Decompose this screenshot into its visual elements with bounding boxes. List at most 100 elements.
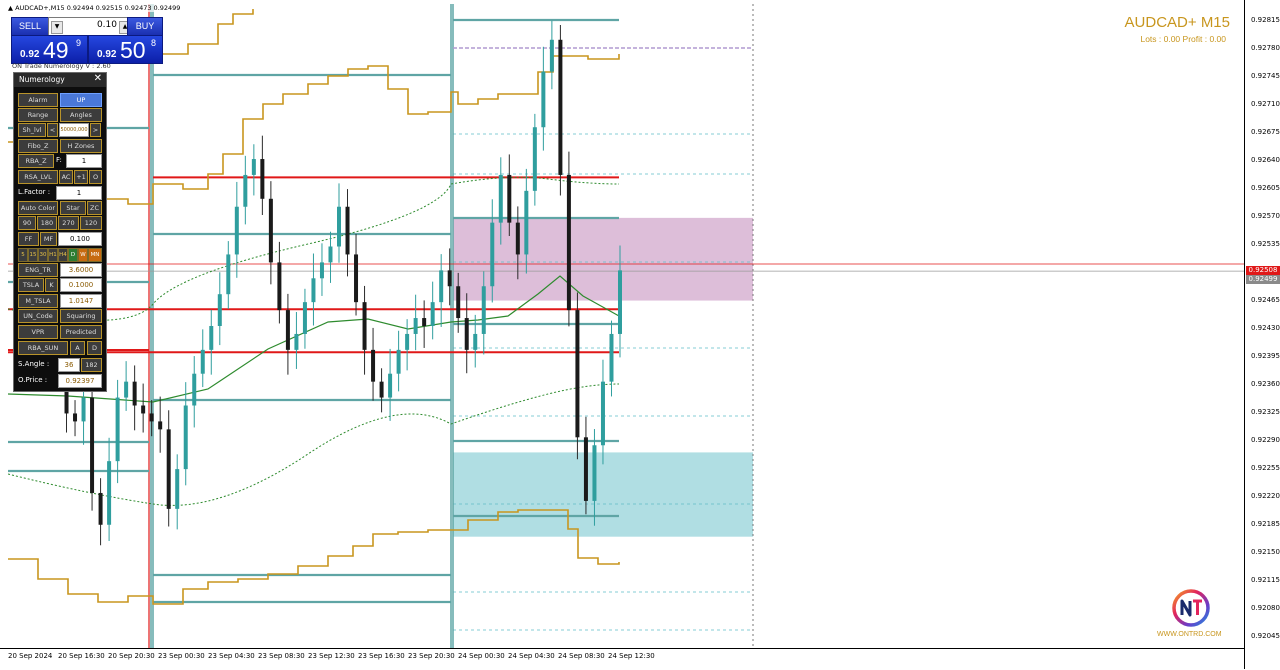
numerology-panel[interactable]: Numerology ✕ Alarm UP Range Angles Sh_lv… <box>13 72 107 392</box>
candle-body <box>81 397 86 422</box>
angle-180-button[interactable]: 180 <box>37 216 57 230</box>
rsa-lvl-button[interactable]: RSA_LVL <box>18 170 58 184</box>
candle-body <box>337 206 341 247</box>
candle-body <box>422 318 427 326</box>
tf-mn-button[interactable]: MN <box>88 248 102 262</box>
lot-decrease-icon[interactable]: ▼ <box>51 21 63 34</box>
tsla-button[interactable]: TSLA <box>18 278 44 292</box>
tsla-field[interactable]: 0.1000 <box>60 278 102 292</box>
a-button[interactable]: A <box>70 341 85 355</box>
mf-button[interactable]: MF <box>40 232 57 246</box>
tf-d1-button[interactable]: D <box>68 248 78 262</box>
price-tick-label: 0.92605 <box>1251 184 1280 192</box>
fibo-z-button[interactable]: Fibo_Z <box>18 139 58 153</box>
candle-body <box>600 381 605 446</box>
buy-price-main: 50 <box>120 37 146 63</box>
price-tick-label: 0.92150 <box>1251 548 1280 556</box>
m-tsla-field[interactable]: 1.0147 <box>60 294 102 308</box>
tf-m15-button[interactable]: 15 <box>28 248 38 262</box>
price-tick-label: 0.92325 <box>1251 408 1280 416</box>
candle-body <box>311 278 316 303</box>
price-axis[interactable]: 0.92815 0.92780 0.92745 0.92710 0.92675 0.926… <box>1244 0 1280 669</box>
price-tick-label: 0.92780 <box>1251 44 1280 52</box>
predicted-button[interactable]: Predicted <box>60 325 102 339</box>
un-code-button[interactable]: UN_Code <box>18 309 58 323</box>
rba-z-button[interactable]: RBA_Z <box>18 154 54 168</box>
candle-body <box>439 270 444 303</box>
cyan-zone <box>453 452 753 537</box>
numerology-panel-header[interactable]: Numerology ✕ <box>14 73 106 87</box>
auto-color-button[interactable]: Auto Color <box>18 201 58 215</box>
sell-price-main: 49 <box>43 37 69 63</box>
angle-120-button[interactable]: 120 <box>80 216 102 230</box>
d-button[interactable]: D <box>87 341 102 355</box>
buy-price-pipette: 8 <box>150 38 156 48</box>
sh-lvl-decrease-button[interactable]: < <box>47 123 58 137</box>
buy-price-box[interactable]: 0.92 50 8 <box>88 35 163 64</box>
lot-size-input[interactable]: ▼ 0.10 ▲ <box>48 17 134 36</box>
s-angle-alt-button[interactable]: 182 <box>81 358 102 372</box>
m-tsla-button[interactable]: M_TSLA <box>18 294 58 308</box>
tf-m30-button[interactable]: 30 <box>38 248 48 262</box>
candle-body <box>524 190 529 255</box>
candle-body <box>217 294 222 326</box>
tf-h1-button[interactable]: H1 <box>48 248 58 262</box>
squaring-button[interactable]: Squaring <box>60 309 102 323</box>
rba-sun-button[interactable]: RBA_SUN <box>18 341 68 355</box>
ff-button[interactable]: FF <box>18 232 39 246</box>
alarm-button[interactable]: Alarm <box>18 93 58 107</box>
close-icon[interactable]: ✕ <box>94 73 102 84</box>
price-tick-label: 0.92745 <box>1251 72 1280 80</box>
upper-band-line <box>153 9 254 55</box>
sh-lvl-increase-button[interactable]: > <box>90 123 101 137</box>
time-tick-label: 23 Sep 12:30 <box>308 652 355 660</box>
candle-body <box>158 421 163 430</box>
range-button[interactable]: Range <box>18 108 58 122</box>
vpr-button[interactable]: VPR <box>18 325 58 339</box>
candle-body <box>609 333 614 382</box>
sell-button[interactable]: SELL <box>11 17 49 36</box>
time-axis[interactable]: 20 Sep 2024 20 Sep 16:30 20 Sep 20:30 23 Se… <box>0 648 1244 670</box>
eng-tr-field[interactable]: 3.6000 <box>60 263 102 277</box>
f-value-field[interactable]: 1 <box>66 154 102 168</box>
candle-body <box>388 373 393 398</box>
k-button[interactable]: K <box>45 278 58 292</box>
candle-body <box>456 286 461 319</box>
star-button[interactable]: Star <box>60 201 86 215</box>
l-factor-field[interactable]: 1 <box>56 186 102 200</box>
price-tick-label: 0.92185 <box>1251 520 1280 528</box>
sh-lvl-value-field[interactable]: 50000,000 <box>59 123 89 137</box>
plus-one-button[interactable]: +1 <box>74 170 88 184</box>
o-price-field[interactable]: 0.92397 <box>58 374 102 388</box>
buy-button[interactable]: BUY <box>127 17 163 36</box>
candle-body <box>583 437 588 501</box>
price-chart[interactable] <box>8 4 1244 648</box>
ac-button[interactable]: AC <box>59 170 73 184</box>
candle-body <box>98 492 103 525</box>
angles-button[interactable]: Angles <box>60 108 102 122</box>
pink-zone <box>453 217 753 301</box>
symbol-timeframe-title: AUDCAD+ M15 <box>1124 14 1230 31</box>
candle-body <box>302 302 307 334</box>
ontrd-logo-icon <box>1172 589 1210 627</box>
angle-270-button[interactable]: 270 <box>58 216 79 230</box>
sh-lvl-button[interactable]: Sh_lvl <box>18 123 46 137</box>
zc-button[interactable]: ZC <box>87 201 102 215</box>
candle-body <box>430 302 435 326</box>
up-button[interactable]: UP <box>60 93 102 107</box>
angle-90-button[interactable]: 90 <box>18 216 36 230</box>
o-button[interactable]: O <box>89 170 102 184</box>
h-zones-button[interactable]: H Zones <box>60 139 102 153</box>
candle-body <box>294 333 299 350</box>
candle-body <box>541 71 546 128</box>
tf-m5-button[interactable]: 5 <box>18 248 28 262</box>
eng-tr-button[interactable]: ENG_TR <box>18 263 58 277</box>
tf-w1-button[interactable]: W <box>78 248 88 262</box>
ff-value-field[interactable]: 0.100 <box>58 232 102 246</box>
s-angle-field[interactable]: 36 <box>58 358 80 372</box>
candle-body <box>166 429 171 509</box>
candle-body <box>149 413 154 422</box>
tf-h4-button[interactable]: H4 <box>58 248 68 262</box>
sell-price-box[interactable]: 0.92 49 9 <box>11 35 88 64</box>
candle-body <box>558 39 563 175</box>
